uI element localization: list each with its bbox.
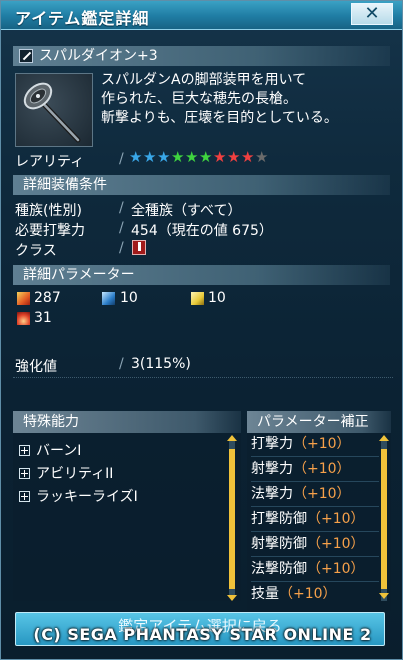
- ranged-attack-value: 10: [120, 290, 138, 306]
- item-name: スパルダイオン+3: [39, 48, 158, 64]
- striking-attack-icon: [17, 292, 30, 305]
- rarity-star-icon: ★: [213, 148, 227, 166]
- bonus-label: 射撃力: [251, 461, 293, 477]
- separator: /: [119, 200, 124, 216]
- rarity-star-icon: ★: [143, 148, 157, 166]
- grind-label: 強化値: [15, 359, 57, 375]
- special-ability-item[interactable]: バーンI: [19, 440, 81, 460]
- bonus-scrollbar[interactable]: [381, 441, 387, 601]
- required-attack-label: 必要打撃力: [15, 223, 85, 239]
- bonus-value: （+10）: [279, 586, 337, 602]
- bonus-row: 射撃力（+10）: [251, 458, 379, 482]
- race-value: 全種族（すべて）: [131, 203, 242, 219]
- bonus-label: 法撃防御: [251, 561, 307, 577]
- expand-icon[interactable]: [19, 445, 30, 456]
- bonus-row: 法撃防御（+10）: [251, 558, 379, 582]
- weapon-category-icon: [19, 49, 33, 63]
- special-ability-label: ラッキーライズI: [36, 489, 138, 505]
- item-appraisal-window: アイテム鑑定詳細 ✕ スパルダイオン+3 スパルダンAの脚部装甲を用いて 作られ…: [0, 0, 403, 660]
- parameters-header: 詳細パラメーター: [13, 265, 390, 285]
- spear-weapon-icon: [15, 73, 93, 147]
- bonus-label: 射撃防御: [251, 536, 307, 552]
- divider: [13, 377, 393, 378]
- description-line: スパルダンAの脚部装甲を用いて: [101, 72, 307, 88]
- special-abilities-panel: 特殊能力 バーンI アビリティII ラッキーライズI: [13, 411, 241, 601]
- scroll-up-icon[interactable]: [379, 435, 389, 441]
- bonus-label: 打撃力: [251, 436, 293, 452]
- special-abilities-header: 特殊能力: [13, 411, 241, 433]
- separator: /: [119, 220, 124, 236]
- bonus-value: （+10）: [293, 486, 351, 502]
- hunter-class-icon: [132, 240, 146, 255]
- scroll-down-icon[interactable]: [379, 593, 389, 599]
- expand-icon[interactable]: [19, 491, 30, 502]
- bonus-value: （+10）: [307, 561, 365, 577]
- rarity-star-icon: ★: [227, 148, 241, 166]
- parameter-bonus-panel: パラメーター補正 打撃力（+10） 射撃力（+10） 法撃力（+10） 打撃防御…: [247, 411, 391, 611]
- bonus-row: 法撃力（+10）: [251, 483, 379, 507]
- separator: /: [119, 240, 124, 256]
- special-ability-label: アビリティII: [36, 466, 114, 482]
- bonus-value: （+10）: [307, 511, 365, 527]
- copyright-watermark: (C) SEGA PHANTASY STAR ONLINE 2: [33, 625, 372, 644]
- requirements-header: 詳細装備条件: [13, 175, 390, 195]
- bonus-row: 打撃力（+10）: [251, 433, 379, 457]
- bonus-value: （+10）: [293, 461, 351, 477]
- scroll-up-icon[interactable]: [227, 435, 237, 441]
- special-ability-label: バーンI: [36, 443, 82, 459]
- scroll-thumb[interactable]: [381, 449, 387, 589]
- striking-attack-value: 287: [34, 290, 61, 306]
- expand-icon[interactable]: [19, 468, 30, 479]
- special-abilities-scrollbar[interactable]: [229, 441, 235, 597]
- element-value: 31: [34, 310, 52, 326]
- bonus-row: 打撃防御（+10）: [251, 508, 379, 532]
- rarity-star-icon: ★: [185, 148, 199, 166]
- close-button[interactable]: ✕: [351, 3, 393, 25]
- item-description: スパルダンAの脚部装甲を用いて 作られた、巨大な穂先の長槍。 斬撃よりも、圧壊を…: [101, 71, 391, 128]
- tech-attack-icon: [191, 292, 204, 305]
- race-label: 種族(性別): [15, 203, 82, 219]
- separator: /: [119, 356, 124, 372]
- description-line: 斬撃よりも、圧壊を目的としている。: [101, 110, 338, 126]
- special-ability-item[interactable]: アビリティII: [19, 463, 113, 483]
- bonus-row: 技量（+10）: [251, 583, 379, 606]
- rarity-star-icon: ★: [129, 148, 143, 166]
- bonus-label: 打撃防御: [251, 511, 307, 527]
- bonus-label: 法撃力: [251, 486, 293, 502]
- scroll-thumb[interactable]: [229, 449, 235, 589]
- rarity-star-icon: ★: [255, 148, 269, 166]
- description-line: 作られた、巨大な穂先の長槍。: [101, 91, 297, 107]
- ranged-attack-icon: [102, 292, 115, 305]
- title-bar: アイテム鑑定詳細 ✕: [1, 1, 402, 30]
- separator: /: [119, 151, 124, 167]
- rarity-star-icon: ★: [199, 148, 213, 166]
- bonus-label: 技量: [251, 586, 279, 602]
- tech-attack-value: 10: [208, 290, 226, 306]
- rarity-label: レアリティ: [15, 154, 85, 170]
- scroll-down-icon[interactable]: [227, 595, 237, 601]
- grind-value: 3(115%): [131, 356, 191, 372]
- rarity-star-icon: ★: [157, 148, 171, 166]
- bonus-value: （+10）: [293, 436, 351, 452]
- class-label: クラス: [15, 243, 57, 259]
- bonus-row: 射撃防御（+10）: [251, 533, 379, 557]
- fire-element-icon: [17, 312, 30, 325]
- parameter-bonus-header: パラメーター補正: [247, 411, 391, 433]
- rarity-star-icon: ★: [241, 148, 255, 166]
- bonus-value: （+10）: [307, 536, 365, 552]
- special-ability-item[interactable]: ラッキーライズI: [19, 486, 138, 506]
- item-name-header: スパルダイオン+3: [13, 46, 390, 66]
- window-title: アイテム鑑定詳細: [15, 9, 150, 28]
- required-attack-value: 454（現在の値 675）: [131, 223, 273, 239]
- rarity-star-icon: ★: [171, 148, 185, 166]
